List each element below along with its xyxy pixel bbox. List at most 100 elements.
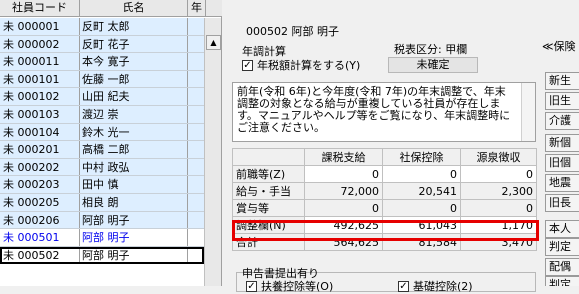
insurance-button[interactable]: 旧長 [545, 194, 579, 212]
employee-year [188, 212, 204, 229]
list-item[interactable]: 未 000104 鈴木 光一 [0, 123, 204, 142]
table-header-row: 課税支給 社保控除 源泉徴収 [232, 148, 537, 166]
insurance-button[interactable]: 判定 [545, 238, 579, 256]
insurance-button[interactable]: 新生 [545, 72, 579, 90]
employee-list[interactable]: 社員コード 氏名 年 未 000001 反町 太郎未 000002 反町 花子未 0… [0, 0, 222, 286]
employee-year [188, 53, 204, 70]
checkbox-checked-icon[interactable]: ✓ [242, 59, 253, 71]
list-item[interactable]: 未 000011 本今 寛子 [0, 53, 204, 71]
notice-scrollbar[interactable] [521, 83, 535, 141]
status-badge: 未確定 [388, 57, 478, 73]
employee-code: 未 000101 [0, 70, 80, 88]
employee-year [188, 229, 204, 246]
employee-code: 未 000002 [0, 35, 80, 53]
header-name[interactable]: 氏名 [80, 0, 188, 17]
employee-name: 本今 寛子 [80, 53, 188, 70]
employee-title: 000502 阿部 明子 [246, 25, 339, 38]
amount-value: 72,000 [304, 182, 383, 200]
header-code[interactable]: 社員コード [0, 0, 80, 17]
basic-deduction-label: 基礎控除(2) [413, 280, 473, 293]
insurance-button[interactable]: 旧個 [545, 154, 579, 172]
list-item[interactable]: 未 000101 佐藤 一郎 [0, 70, 204, 89]
employee-code: 未 000502 [0, 246, 80, 264]
amount-input[interactable]: 0 [304, 165, 383, 183]
notice-text: 前年(令和 6年)と今年度(令和 7年)の年末調整で、年末調整の対象となる給与が… [237, 85, 511, 134]
employee-name: 渡辺 崇 [80, 105, 188, 123]
insurance-label: ≪保険 [542, 40, 576, 53]
employee-code: 未 000102 [0, 88, 80, 105]
checkbox-checked-icon[interactable]: ✓ [398, 280, 409, 292]
scroll-up-icon[interactable]: ▲ [206, 35, 221, 50]
insurance-button[interactable]: 旧生 [545, 92, 579, 110]
insurance-button[interactable]: 本人 [545, 220, 579, 238]
employee-name: 反町 花子 [80, 35, 188, 53]
employee-year [188, 159, 204, 176]
list-item[interactable]: 未 000103 渡辺 崇 [0, 105, 204, 124]
list-item[interactable]: 未 000205 相良 朗 [0, 193, 204, 212]
table-header-taxable: 課税支給 [304, 148, 383, 166]
table-row: 給与・手当 72,000 20,541 2,300 [232, 182, 537, 200]
row-label: 合計 [232, 233, 305, 251]
list-item[interactable]: 未 000201 高橋 二郎 [0, 141, 204, 159]
nencho-checkbox[interactable]: ✓ 年税額計算をする(Y) [242, 57, 360, 73]
list-rows: 未 000001 反町 太郎未 000002 反町 花子未 000011 本今 寛子未… [0, 18, 204, 265]
checkbox-checked-icon[interactable]: ✓ [246, 280, 257, 292]
dependent-deduction-checkbox[interactable]: ✓ 扶養控除等(O) [246, 278, 333, 294]
employee-name: 反町 太郎 [80, 18, 188, 35]
insurance-button[interactable]: 介護 [545, 112, 579, 130]
employee-code: 未 000103 [0, 105, 80, 123]
employee-code: 未 000202 [0, 158, 80, 176]
notice-box: 前年(令和 6年)と今年度(令和 7年)の年末調整で、年末調整の対象となる給与が… [232, 82, 536, 142]
amount-value: 2,300 [460, 182, 537, 200]
list-item[interactable]: 未 000002 反町 花子 [0, 35, 204, 54]
employee-name: 阿部 明子 [80, 229, 188, 246]
insurance-button[interactable]: 判定 [545, 276, 579, 286]
list-item[interactable]: 未 000202 中村 政弘 [0, 158, 204, 177]
amount-input[interactable]: 0 [460, 165, 537, 183]
row-label: 給与・手当 [232, 182, 305, 200]
list-header: 社員コード 氏名 年 [0, 0, 222, 17]
table-header-blank [232, 148, 305, 166]
dependent-deduction-label: 扶養控除等(O) [261, 280, 334, 293]
insurance-button[interactable]: 配偶 [545, 258, 579, 276]
employee-year [188, 106, 204, 123]
employee-code: 未 000011 [0, 53, 80, 70]
amount-table: 課税支給 社保控除 源泉徴収 前職等(Z) 0 0 0 給与・手当 72,000… [232, 148, 537, 251]
list-item[interactable]: 未 000502 阿部 明子 [0, 246, 204, 265]
amount-value: 0 [382, 199, 461, 217]
amount-value: 3,470 [460, 233, 537, 251]
row-label[interactable]: 調整欄(N) [232, 216, 305, 234]
header-year[interactable]: 年 [188, 0, 206, 17]
row-label[interactable]: 前職等(Z) [232, 165, 305, 183]
amount-input[interactable]: 492,625 [304, 216, 383, 234]
table-header-withholding: 源泉徴収 [460, 148, 537, 166]
row-label: 賞与等 [232, 199, 305, 217]
table-row: 賞与等 0 0 0 [232, 199, 537, 217]
employee-code: 未 000203 [0, 176, 80, 193]
detail-panel: 000502 阿部 明子 年調計算 ✓ 年税額計算をする(Y) 税表区分: 甲欄… [232, 0, 539, 293]
list-scrollbar[interactable]: ▲ [204, 18, 221, 286]
list-item[interactable]: 未 000206 阿部 明子 [0, 211, 204, 230]
employee-code: 未 000201 [0, 141, 80, 158]
insurance-button[interactable]: 地震 [545, 174, 579, 192]
employee-year [188, 141, 204, 158]
employee-year [188, 71, 204, 88]
employee-name: 鈴木 光一 [80, 123, 188, 141]
list-item[interactable]: 未 000501 阿部 明子 [0, 229, 204, 247]
list-item[interactable]: 未 000102 山田 紀夫 [0, 88, 204, 106]
amount-value: 0 [460, 199, 537, 217]
list-item[interactable]: 未 000203 田中 慎 [0, 176, 204, 194]
amount-value: 564,625 [304, 233, 383, 251]
amount-input[interactable]: 61,043 [382, 216, 461, 234]
employee-name: 中村 政弘 [80, 158, 188, 176]
employee-name: 佐藤 一郎 [80, 70, 188, 88]
amount-value: 81,584 [382, 233, 461, 251]
employee-year [188, 176, 204, 193]
list-item[interactable]: 未 000001 反町 太郎 [0, 18, 204, 36]
amount-input[interactable]: 0 [382, 165, 461, 183]
insurance-button[interactable]: 新個 [545, 134, 579, 152]
nencho-checkbox-label: 年税額計算をする(Y) [257, 59, 361, 72]
employee-name: 山田 紀夫 [80, 88, 188, 105]
basic-deduction-checkbox[interactable]: ✓ 基礎控除(2) [398, 278, 473, 294]
amount-input[interactable]: 1,170 [460, 216, 537, 234]
